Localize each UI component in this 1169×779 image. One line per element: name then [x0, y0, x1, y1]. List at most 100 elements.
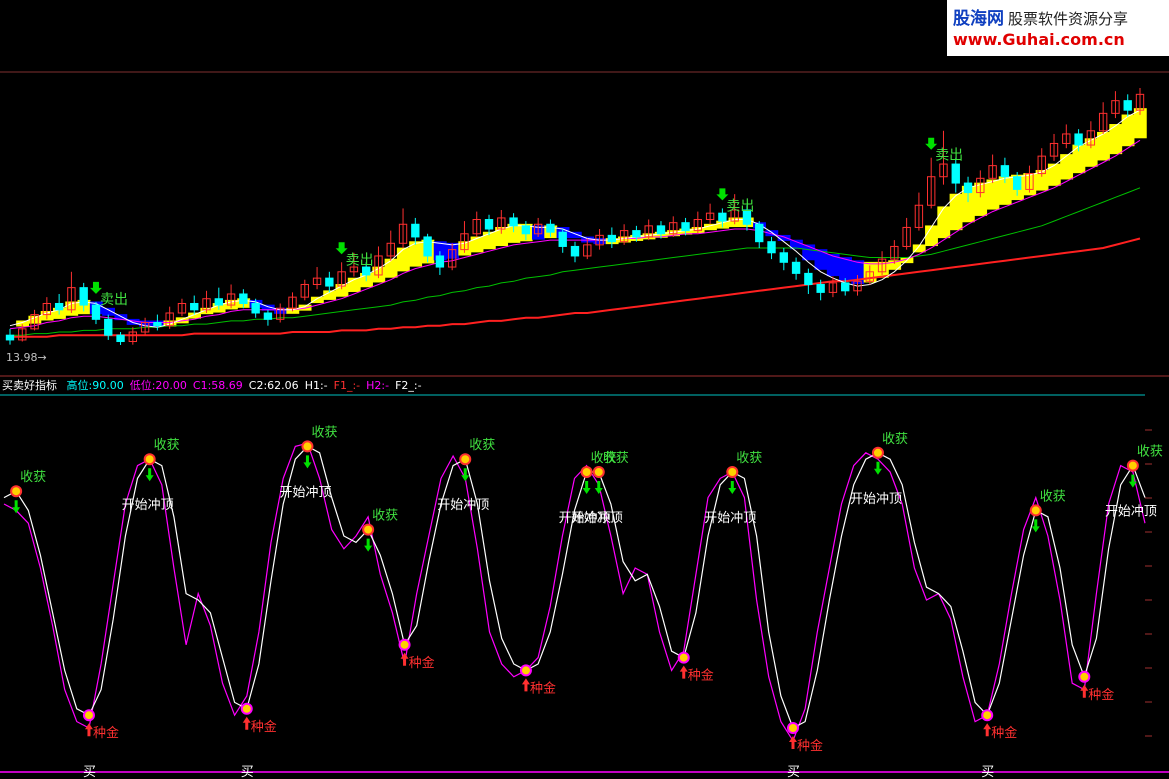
up-arrow-icon [521, 678, 530, 692]
candle-body [718, 212, 727, 222]
candle-body [239, 293, 248, 304]
gold-dot [786, 722, 799, 734]
candle-body [570, 245, 580, 257]
indicator-value-1: 低位:20.00 [129, 379, 187, 392]
peak-label: 开始冲顶 [571, 511, 623, 526]
indicator-name: 买卖好指标 [2, 379, 57, 392]
candle-body [104, 318, 113, 336]
harvest-dot [1029, 504, 1042, 517]
gold-dot [240, 702, 253, 715]
candle-body [423, 236, 432, 257]
gold-dot [1078, 670, 1091, 683]
trend-band-segment [396, 247, 410, 272]
candle-body [1012, 176, 1022, 190]
candle-body [681, 222, 690, 232]
gold-dot [519, 664, 532, 677]
gold-label: 种金 [409, 655, 435, 671]
sell-signal-label: 卖出 [726, 198, 754, 214]
candle-body [767, 241, 776, 254]
harvest-label: 收获 [154, 438, 180, 453]
harvest-label: 收获 [20, 470, 46, 485]
buy-label: 买 [981, 765, 994, 779]
peak-label: 开始冲顶 [122, 498, 174, 513]
price-panel[interactable]: 卖出卖出卖出卖出13.98→ [5, 88, 1147, 364]
trend-band-segment [310, 296, 324, 304]
up-arrow-icon [983, 723, 992, 737]
candle-body [153, 322, 162, 327]
candle-body [91, 304, 101, 320]
peak-label: 开始冲顶 [704, 511, 756, 526]
indicator-value-0: 高位:90.00 [66, 379, 124, 392]
sell-signal-label: 卖出 [935, 148, 963, 164]
trend-band-segment [568, 231, 582, 239]
candle-body [656, 225, 666, 235]
harvest-dot [1126, 459, 1139, 472]
harvest-label: 收获 [1040, 489, 1066, 504]
harvest-dot [726, 466, 739, 478]
up-arrow-icon [84, 723, 93, 737]
candle-body [325, 277, 334, 287]
candle-body [779, 252, 788, 263]
peak-label: 开始冲顶 [1105, 505, 1157, 520]
oscillator-line-white [3, 445, 1146, 729]
buy-label: 买 [83, 765, 96, 779]
harvest-dot [592, 466, 605, 478]
indicator-values: 高位:90.00 低位:20.00 C1:58.69 C2:62.06 H1:- F1_:… [67, 379, 428, 392]
candle-body [1000, 165, 1010, 178]
trend-band-segment [986, 179, 1000, 210]
harvest-label: 收获 [603, 451, 629, 466]
candle-body [251, 302, 260, 314]
harvest-label: 收获 [882, 432, 908, 447]
grid-lines [0, 71, 1169, 773]
candle-body [411, 223, 420, 238]
candle-body [607, 234, 617, 243]
gold-label: 种金 [797, 738, 823, 754]
candle-body [558, 231, 567, 247]
candle-body [5, 334, 15, 341]
harvest-dot [10, 485, 23, 498]
indicator-value-5: F1_:- [333, 379, 361, 392]
candle-body [263, 312, 273, 320]
gold-label: 种金 [688, 668, 714, 684]
trend-band-segment [384, 258, 398, 278]
harvest-label: 收获 [311, 425, 337, 440]
candle-body [755, 223, 764, 243]
candle-body [521, 225, 531, 235]
oscillator-panel[interactable]: 收获种金买收获开始冲顶种金买收获开始冲顶收获种金收获开始冲顶种金收获开始冲顶收获… [3, 425, 1163, 779]
watermark-slogan: 股票软件资源分享 [1008, 10, 1129, 28]
candle-body [116, 334, 125, 343]
candle-body [632, 230, 641, 238]
buy-label: 买 [787, 765, 800, 779]
gold-dot [398, 638, 411, 651]
candle-body [484, 219, 494, 230]
down-arrow-icon [364, 538, 373, 552]
indicator-value-3: C2:62.06 [248, 379, 299, 392]
peak-label: 开始冲顶 [279, 485, 331, 500]
peak-label: 开始冲顶 [437, 498, 489, 513]
candle-body [791, 261, 801, 274]
gold-dot [82, 709, 95, 722]
harvest-dot [459, 453, 472, 466]
indicator-value-2: C1:58.69 [192, 379, 243, 392]
trend-band-segment [949, 193, 963, 231]
indicator-value-7: F2_:- [395, 379, 422, 392]
trend-band-segment [937, 206, 951, 239]
harvest-dot [143, 453, 156, 466]
harvest-label: 收获 [469, 438, 495, 453]
indicator-value-4: H1:- [304, 379, 328, 392]
gold-label: 种金 [93, 725, 119, 741]
harvest-label: 收获 [736, 451, 762, 466]
candle-body [816, 283, 825, 293]
gold-label: 种金 [251, 719, 277, 735]
down-arrow-icon [582, 481, 591, 494]
gold-label: 种金 [530, 680, 556, 696]
candle-body [435, 255, 445, 268]
down-arrow-icon [303, 455, 312, 469]
down-arrow-icon [728, 481, 737, 494]
candle-body [190, 302, 199, 311]
candle-body [804, 272, 813, 285]
candle-body [509, 217, 518, 227]
candle-body [79, 287, 88, 306]
low-price-label: 13.98→ [6, 351, 47, 364]
watermark-box: 股海网 股票软件资源分享 www.Guhai.com.cn [947, 0, 1169, 56]
